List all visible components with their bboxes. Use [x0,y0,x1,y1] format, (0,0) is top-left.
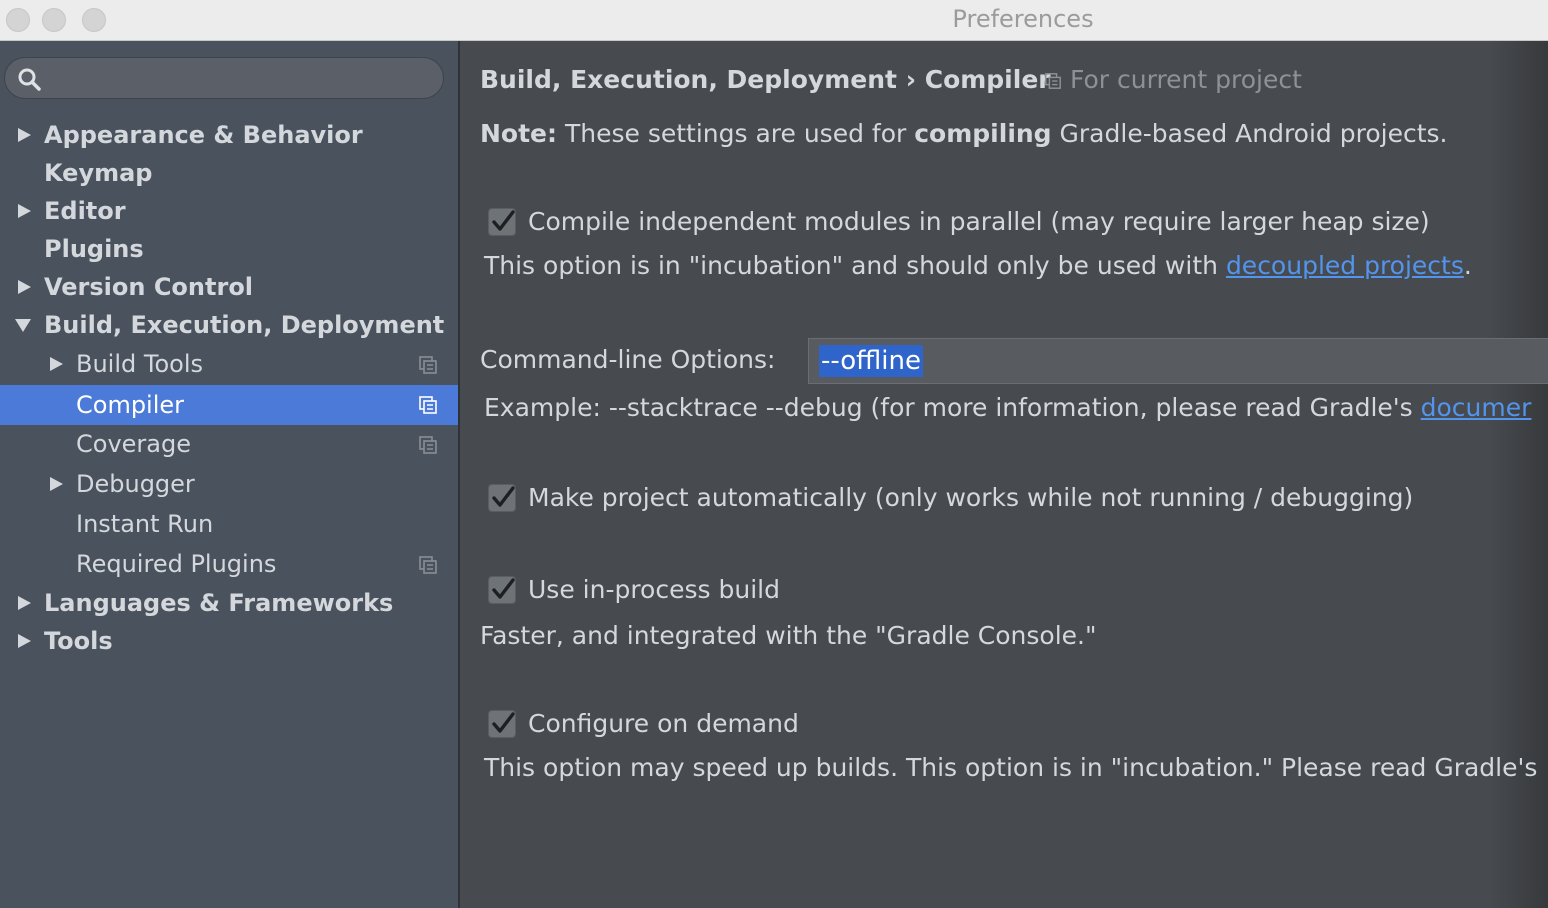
cmdline-example-text: Example: --stacktrace --debug (for more … [484,393,1413,422]
checkmark-icon [492,210,515,231]
in-process-build-checkbox[interactable] [488,576,516,604]
make-project-automatically-checkbox[interactable] [488,484,516,512]
sidebar-item-label: Coverage [76,430,191,458]
sidebar-item-label: Required Plugins [76,550,277,578]
sidebar-item-label: Plugins [44,235,144,263]
cmdline-example: Example: --stacktrace --debug (for more … [484,393,1531,422]
sidebar-item-version-control[interactable]: Version Control [0,268,458,306]
note-text-before: These settings are used for [564,119,907,148]
sidebar-item-languages-frameworks[interactable]: Languages & Frameworks [0,584,458,622]
title-bar: Preferences [0,0,1548,41]
close-window-button[interactable] [6,8,30,32]
window-title: Preferences [952,5,1094,33]
sidebar-item-label: Debugger [76,470,195,498]
expand-arrow-icon[interactable] [48,345,68,383]
expand-arrow-icon[interactable] [16,116,36,154]
sidebar-item-label: Build, Execution, Deployment [44,311,445,339]
compiler-settings-panel: Build, Execution, Deployment › Compiler … [460,41,1548,908]
sidebar-item-plugins[interactable]: Plugins [0,230,458,268]
note-emphasis: compiling [914,119,1052,148]
expand-arrow-icon[interactable] [16,622,36,660]
scope-label: For current project [1070,65,1302,94]
zoom-window-button[interactable] [82,8,106,32]
sidebar-item-label: Keymap [44,159,153,187]
sidebar-item-instant-run[interactable]: Instant Run [0,505,458,543]
configure-on-demand-checkbox[interactable] [488,710,516,738]
sidebar-item-label: Build Tools [76,350,203,378]
cmdline-options-label: Command-line Options: [480,345,776,374]
checkmark-icon [492,712,515,733]
sidebar-item-label: Compiler [76,391,185,419]
in-process-build-help: Faster, and integrated with the "Gradle … [480,621,1097,650]
parallel-compile-label[interactable]: Compile independent modules in parallel … [528,207,1430,236]
checkmark-icon [492,486,515,507]
project-scope-icon [419,396,437,414]
settings-search-input[interactable] [4,57,444,99]
expand-arrow-icon[interactable] [16,584,36,622]
note-label: Note: [480,119,558,148]
cmdline-options-value: --offline [819,345,923,377]
sidebar-item-label: Instant Run [76,510,214,538]
note-text-after: Gradle-based Android projects. [1059,119,1448,148]
configure-on-demand-help: This option may speed up builds. This op… [484,753,1538,782]
sidebar-item-label: Tools [44,627,113,655]
breadcrumb: Build, Execution, Deployment › Compiler [480,65,1051,94]
decoupled-projects-link[interactable]: decoupled projects [1226,251,1464,280]
sidebar-item-keymap[interactable]: Keymap [0,154,458,192]
sidebar-item-tools[interactable]: Tools [0,622,458,660]
breadcrumb-parent: Build, Execution, Deployment [480,65,897,94]
minimize-window-button[interactable] [42,8,66,32]
expand-arrow-icon[interactable] [16,268,36,306]
sidebar-item-build-tools[interactable]: Build Tools [0,345,458,383]
project-scope-icon [1045,73,1061,89]
parallel-help-end: . [1463,251,1472,280]
sidebar-item-appearance-behavior[interactable]: Appearance & Behavior [0,116,458,154]
expand-arrow-icon[interactable] [48,465,68,503]
gradle-documentation-link[interactable]: documer [1421,393,1532,422]
collapse-arrow-icon[interactable] [14,306,34,344]
settings-note: Note: These settings are used for compil… [480,119,1447,148]
breadcrumb-current: Compiler [924,65,1051,94]
expand-arrow-icon[interactable] [16,192,36,230]
breadcrumb-separator: › [905,65,916,94]
sidebar-item-required-plugins[interactable]: Required Plugins [0,545,458,583]
sidebar-item-build-execution-deployment[interactable]: Build, Execution, Deployment [0,306,458,344]
sidebar-item-debugger[interactable]: Debugger [0,465,458,503]
sidebar-item-label: Appearance & Behavior [44,121,363,149]
parallel-help-text: This option is in "incubation" and shoul… [484,251,1218,280]
project-scope-icon [419,436,437,454]
sidebar-item-label: Editor [44,197,126,225]
sidebar-item-coverage[interactable]: Coverage [0,425,458,463]
parallel-compile-help: This option is in "incubation" and shoul… [484,251,1472,280]
in-process-build-label[interactable]: Use in-process build [528,575,780,604]
sidebar-item-compiler[interactable]: Compiler [0,385,458,425]
parallel-compile-checkbox[interactable] [488,208,516,236]
project-scope-icon [419,556,437,574]
project-scope-icon [419,356,437,374]
sidebar-item-editor[interactable]: Editor [0,192,458,230]
make-project-automatically-label[interactable]: Make project automatically (only works w… [528,483,1413,512]
search-icon [18,68,41,91]
configure-on-demand-label[interactable]: Configure on demand [528,709,799,738]
sidebar-item-label: Languages & Frameworks [44,589,394,617]
cmdline-options-input[interactable]: --offline [808,338,1548,384]
checkmark-icon [492,578,515,599]
sidebar-item-label: Version Control [44,273,254,301]
settings-sidebar: Appearance & Behavior Keymap Editor Plug… [0,41,460,908]
